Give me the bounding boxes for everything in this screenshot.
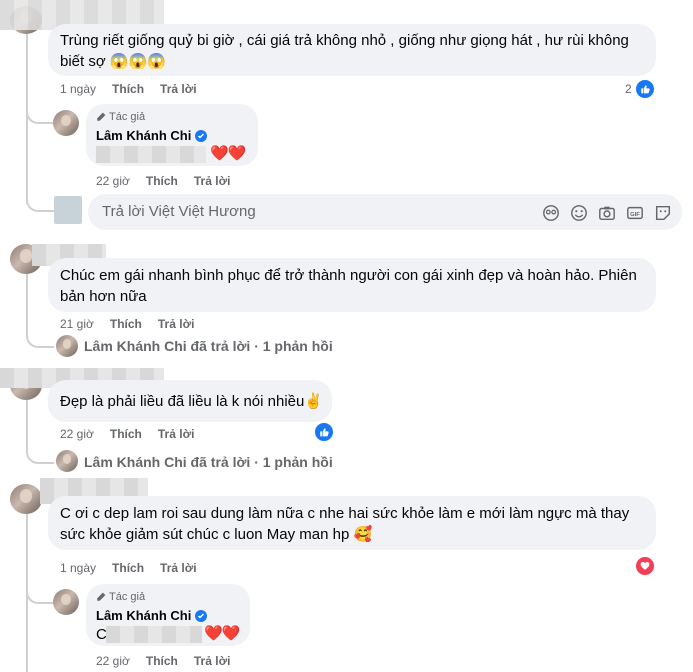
author-tag: Tác giả bbox=[96, 111, 145, 123]
author-reply-bubble: Tác giả Lâm Khánh Chi C ❤️❤️ bbox=[86, 584, 250, 646]
reply-link[interactable]: Trả lời bbox=[158, 427, 195, 441]
thread-connector bbox=[26, 188, 54, 212]
current-user-avatar[interactable] bbox=[54, 196, 82, 224]
comment-time: 22 giờ bbox=[60, 427, 94, 441]
author-avatar bbox=[56, 450, 78, 472]
reply-input[interactable]: Trả lời Việt Việt Hương GIF bbox=[88, 194, 682, 230]
reply-link[interactable]: Trả lời bbox=[160, 561, 197, 575]
view-replies-link[interactable]: Lâm Khánh Chi đã trả lời · 1 phản hồi bbox=[84, 338, 333, 354]
comment-actions: 1 ngày Thích Trả lời bbox=[60, 82, 197, 96]
thread-connector bbox=[26, 580, 54, 604]
gif-icon[interactable]: GIF bbox=[626, 204, 644, 222]
reply-actions: 22 giờ Thích Trả lời bbox=[96, 174, 230, 188]
reply-link[interactable]: Trả lời bbox=[194, 174, 231, 188]
like-icon[interactable] bbox=[313, 421, 335, 443]
comment-time: 21 giờ bbox=[60, 317, 94, 331]
author-avatar[interactable] bbox=[53, 110, 79, 136]
comment-text: C ơi c dep lam roi sau dung làm nữa c nh… bbox=[60, 505, 630, 543]
reply-text: ❤️❤️ bbox=[204, 625, 240, 642]
reply-actions: 22 giờ Thích Trả lời bbox=[96, 654, 230, 668]
thread-connector bbox=[26, 324, 54, 348]
sticker-icon[interactable] bbox=[654, 204, 672, 222]
author-name[interactable]: Lâm Khánh Chi bbox=[96, 608, 208, 623]
author-avatar[interactable] bbox=[53, 589, 79, 615]
pencil-icon bbox=[97, 592, 106, 601]
svg-text:GIF: GIF bbox=[630, 212, 640, 218]
author-tag: Tác giả bbox=[96, 591, 145, 603]
author-avatar bbox=[56, 335, 78, 357]
view-replies-link[interactable]: Lâm Khánh Chi đã trả lời · 1 phản hồi bbox=[84, 454, 333, 470]
comment-bubble: Chúc em gái nhanh bình phục để trở thành… bbox=[48, 258, 656, 312]
redacted-reply-text bbox=[106, 626, 202, 643]
comment-actions: 21 giờ Thích Trả lời bbox=[60, 317, 194, 331]
author-name[interactable]: Lâm Khánh Chi bbox=[96, 128, 208, 143]
redacted-reply-text bbox=[96, 146, 206, 163]
reply-time: 22 giờ bbox=[96, 174, 130, 188]
comment-actions: 1 ngày Thích Trả lời bbox=[60, 561, 197, 575]
like-link[interactable]: Thích bbox=[112, 82, 144, 96]
reply-input-placeholder: Trả lời Việt Việt Hương bbox=[102, 203, 256, 220]
author-reply-bubble: Tác giả Lâm Khánh Chi ❤️❤️ bbox=[86, 104, 258, 166]
reply-link[interactable]: Trả lời bbox=[160, 82, 197, 96]
like-link[interactable]: Thích bbox=[112, 561, 144, 575]
like-icon[interactable] bbox=[634, 78, 656, 100]
comment-time: 1 ngày bbox=[60, 561, 97, 575]
pencil-icon bbox=[97, 112, 106, 121]
commenter-avatar[interactable] bbox=[10, 484, 42, 514]
reply-link[interactable]: Trả lời bbox=[194, 654, 231, 668]
comment-time: 1 ngày bbox=[60, 82, 97, 96]
like-link[interactable]: Thích bbox=[146, 174, 178, 188]
camera-icon[interactable] bbox=[598, 204, 616, 222]
verified-badge-icon bbox=[195, 129, 208, 142]
comment-text: Chúc em gái nhanh bình phục để trở thành… bbox=[60, 267, 637, 305]
emoji-icon[interactable] bbox=[570, 204, 588, 222]
comment-bubble: Trùng riết giống quỷ bi giờ , cái giá tr… bbox=[48, 24, 656, 76]
thread-connector bbox=[26, 100, 54, 124]
reply-time: 22 giờ bbox=[96, 654, 130, 668]
verified-badge-icon bbox=[195, 609, 208, 622]
reply-link[interactable]: Trả lời bbox=[158, 317, 195, 331]
comment-bubble: C ơi c dep lam roi sau dung làm nữa c nh… bbox=[48, 496, 656, 550]
like-link[interactable]: Thích bbox=[146, 654, 178, 668]
like-link[interactable]: Thích bbox=[110, 427, 142, 441]
comment-text: Đẹp là phải liều đã liều là k nói nhiều✌… bbox=[60, 393, 324, 410]
avatar-sticker-icon[interactable] bbox=[542, 204, 560, 222]
comment-bubble: Đẹp là phải liều đã liều là k nói nhiều✌… bbox=[48, 380, 332, 422]
thread-line bbox=[26, 272, 28, 332]
reaction-count[interactable]: 2 bbox=[625, 82, 632, 96]
heart-icon[interactable] bbox=[634, 555, 656, 577]
comment-actions: 22 giờ Thích Trả lời bbox=[60, 427, 194, 441]
reply-text: ❤️❤️ bbox=[210, 145, 246, 162]
thread-connector bbox=[26, 440, 54, 464]
comment-text: Trùng riết giống quỷ bi giờ , cái giá tr… bbox=[60, 32, 629, 70]
like-link[interactable]: Thích bbox=[110, 317, 142, 331]
